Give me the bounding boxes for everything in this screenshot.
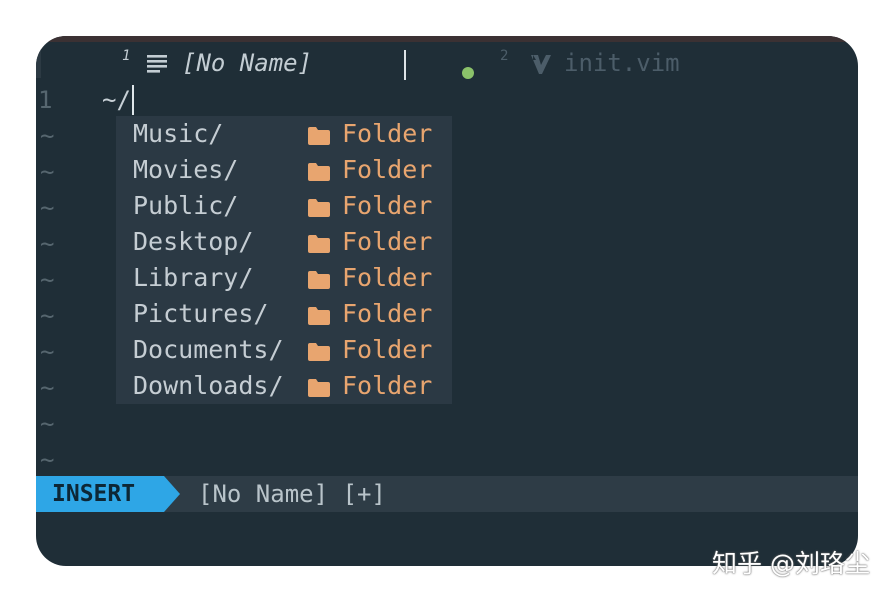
completion-item[interactable]: Music/ Folder bbox=[116, 116, 452, 152]
folder-icon bbox=[308, 343, 330, 361]
buffer-line[interactable]: 1 ~/ bbox=[36, 82, 858, 118]
status-filename: [No Name] [+] bbox=[198, 480, 386, 508]
statusline: INSERT [No Name] [+] bbox=[36, 476, 858, 512]
mode-indicator: INSERT bbox=[36, 476, 164, 512]
tilde-marker: ~ bbox=[40, 122, 55, 150]
completion-item-name: Music/ bbox=[133, 119, 224, 148]
tilde-marker: ~ bbox=[40, 374, 55, 402]
folder-icon bbox=[308, 307, 330, 325]
lines-icon bbox=[147, 55, 167, 73]
tilde-marker: ~ bbox=[40, 266, 55, 294]
completion-item-kind: Folder bbox=[342, 299, 433, 328]
tab-number: 1 bbox=[122, 48, 131, 64]
completion-item[interactable]: Public/ Folder bbox=[116, 188, 452, 224]
mode-separator-icon bbox=[164, 476, 180, 512]
editor-window: 1 [No Name] 2 init.vim 1 ~/ ~ ~ ~ ~ ~ ~ … bbox=[36, 36, 858, 566]
modified-indicator-icon bbox=[462, 67, 474, 79]
folder-icon bbox=[308, 379, 330, 397]
text-cursor bbox=[132, 85, 134, 115]
empty-line: ~ bbox=[36, 406, 858, 442]
tab-title: init.vim bbox=[564, 49, 680, 77]
completion-item-kind: Folder bbox=[342, 155, 433, 184]
line-number: 1 bbox=[38, 86, 53, 114]
watermark: 知乎 @刘珞尘 bbox=[712, 549, 870, 578]
completion-item[interactable]: Pictures/ Folder bbox=[116, 296, 452, 332]
completion-item-kind: Folder bbox=[342, 227, 433, 256]
completion-item[interactable]: Documents/ Folder bbox=[116, 332, 452, 368]
completion-item-name: Library/ bbox=[133, 263, 254, 292]
folder-icon bbox=[308, 163, 330, 181]
empty-line: ~ bbox=[36, 442, 858, 478]
completion-item-name: Public/ bbox=[133, 191, 239, 220]
vim-icon bbox=[531, 55, 551, 74]
line-text: ~/ bbox=[102, 86, 131, 114]
folder-icon bbox=[308, 127, 330, 145]
completion-item-name: Documents/ bbox=[133, 335, 284, 364]
tabline: 1 [No Name] 2 init.vim bbox=[36, 42, 858, 80]
completion-popup[interactable]: Music/ Folder Movies/ Folder Public/ Fol… bbox=[116, 116, 452, 404]
tilde-marker: ~ bbox=[40, 158, 55, 186]
completion-item-kind: Folder bbox=[342, 119, 433, 148]
tab-title: [No Name] bbox=[182, 49, 313, 77]
completion-item-kind: Folder bbox=[342, 263, 433, 292]
completion-item-kind: Folder bbox=[342, 191, 433, 220]
tilde-marker: ~ bbox=[40, 410, 55, 438]
folder-icon bbox=[308, 235, 330, 253]
tab-separator bbox=[404, 50, 406, 80]
folder-icon bbox=[308, 199, 330, 217]
tilde-marker: ~ bbox=[40, 338, 55, 366]
completion-item[interactable]: Library/ Folder bbox=[116, 260, 452, 296]
completion-item[interactable]: Desktop/ Folder bbox=[116, 224, 452, 260]
tilde-marker: ~ bbox=[40, 302, 55, 330]
folder-icon bbox=[308, 271, 330, 289]
completion-item-name: Movies/ bbox=[133, 155, 239, 184]
completion-item-name: Desktop/ bbox=[133, 227, 254, 256]
tab-number: 2 bbox=[500, 48, 509, 64]
completion-item-kind: Folder bbox=[342, 335, 433, 364]
completion-item[interactable]: Downloads/ Folder bbox=[116, 368, 452, 404]
completion-item[interactable]: Movies/ Folder bbox=[116, 152, 452, 188]
completion-item-kind: Folder bbox=[342, 371, 433, 400]
tilde-marker: ~ bbox=[40, 446, 55, 474]
tilde-marker: ~ bbox=[40, 194, 55, 222]
completion-item-name: Downloads/ bbox=[133, 371, 284, 400]
tilde-marker: ~ bbox=[40, 230, 55, 258]
completion-item-name: Pictures/ bbox=[133, 299, 269, 328]
